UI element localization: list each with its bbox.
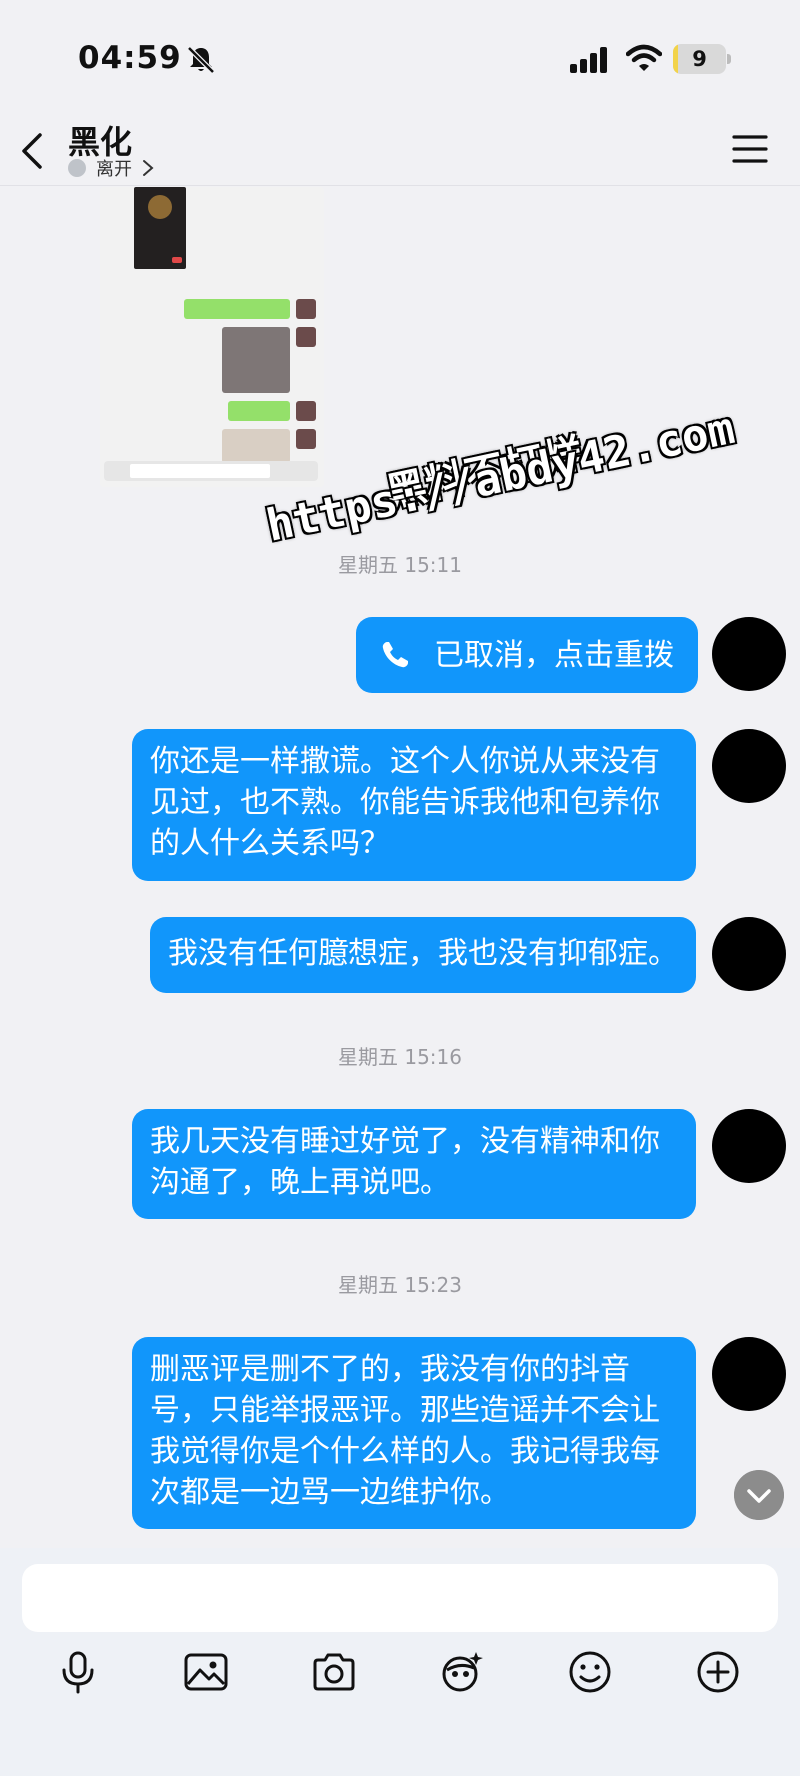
battery-body: 9 (673, 44, 726, 74)
screenshot-avatar (296, 299, 316, 319)
contact-status[interactable]: 离开 (68, 155, 154, 181)
timestamp: 星期五 15:11 (338, 553, 462, 577)
avatar[interactable] (712, 917, 786, 991)
contact-status-text: 离开 (96, 159, 132, 180)
emoji-icon[interactable] (566, 1648, 614, 1696)
battery-level: 9 (692, 47, 707, 71)
screenshot-avatar (296, 401, 316, 421)
message-input[interactable] (22, 1564, 778, 1632)
image-icon[interactable] (182, 1648, 230, 1696)
back-button[interactable] (12, 127, 52, 175)
bell-muted-icon (187, 46, 215, 74)
message-list[interactable]: 星期五 15:11 已取消，点击重拨 你还是一样撒谎。这个人你说从来没有见过，也… (0, 187, 800, 1547)
status-bar: 04:59 9 (0, 0, 800, 115)
microphone-icon[interactable] (54, 1648, 102, 1696)
chat-header: 黑化 离开 (0, 115, 800, 186)
avatar[interactable] (712, 1109, 786, 1183)
message-bubble[interactable]: 删恶评是删不了的，我没有你的抖音号，只能举报恶评。那些造谣并不会让我觉得你是个什… (132, 1337, 696, 1529)
screenshot-input-bar (104, 461, 318, 481)
scroll-down-button[interactable] (734, 1470, 784, 1520)
battery-indicator: 9 (673, 44, 731, 74)
message-bubble[interactable]: 我没有任何臆想症，我也没有抑郁症。 (150, 917, 696, 993)
avatar[interactable] (712, 1337, 786, 1411)
screenshot-photo (222, 327, 290, 393)
add-icon[interactable] (694, 1648, 742, 1696)
timestamp: 星期五 15:16 (338, 1045, 462, 1069)
input-area (0, 1548, 800, 1776)
avatar[interactable] (712, 729, 786, 803)
screenshot-photo (222, 429, 290, 463)
screenshot-bubble (228, 401, 290, 421)
wifi-icon (626, 44, 662, 71)
status-time: 04:59 (78, 40, 182, 76)
shared-screenshot-image[interactable] (100, 187, 324, 487)
timestamp: 星期五 15:23 (338, 1273, 462, 1297)
screenshot-avatar (296, 429, 316, 449)
camera-icon[interactable] (310, 1648, 358, 1696)
chevron-right-icon (143, 160, 154, 176)
phone-icon (382, 642, 408, 668)
message-bubble[interactable]: 你还是一样撒谎。这个人你说从来没有见过，也不熟。你能告诉我他和包养你的人什么关系… (132, 729, 696, 881)
screenshot-bubble (184, 299, 290, 319)
avatar[interactable] (712, 617, 786, 691)
signal-icon (570, 47, 607, 73)
status-dot-icon (68, 159, 86, 177)
call-status-text: 已取消，点击重拨 (434, 637, 674, 673)
screenshot-avatar (296, 327, 316, 347)
screenshot-thumbnail (134, 187, 186, 269)
sticker-icon[interactable] (438, 1648, 486, 1696)
message-bubble[interactable]: 我几天没有睡过好觉了，没有精神和你沟通了，晚上再说吧。 (132, 1109, 696, 1219)
menu-button[interactable] (732, 129, 768, 169)
battery-nub (727, 54, 731, 64)
call-record-bubble[interactable]: 已取消，点击重拨 (356, 617, 698, 693)
